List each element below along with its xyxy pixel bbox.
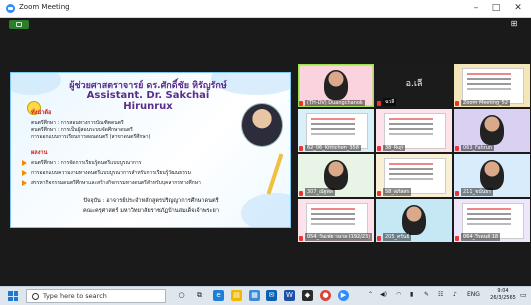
participant-video: [384, 113, 446, 149]
bullet-icon: [22, 160, 27, 166]
participant-name: 58_สุภัสสร: [383, 188, 411, 196]
slide-footer-line: ปัจจุบัน : อาจารย์ประจำหลักสูตรปริญญาการ…: [83, 198, 219, 204]
word-icon[interactable]: W: [284, 290, 295, 301]
mic-muted-icon: [299, 146, 303, 151]
participant-tile[interactable]: 62_06_Kittichon_358: [298, 109, 374, 152]
participant-tile[interactable]: (TH-DV) Duangchanok: [298, 64, 374, 107]
close-button[interactable]: ✕: [509, 1, 527, 15]
mic-muted-icon: [377, 236, 381, 241]
participant-name: 064_วีรดนย์ 18: [461, 233, 501, 241]
zoom-logo-icon: [6, 4, 15, 13]
network-icon[interactable]: ☷: [438, 291, 443, 298]
participant-tile[interactable]: 211_ชนันธร: [454, 154, 530, 197]
app-icon[interactable]: ◆: [302, 290, 313, 301]
participant-tile[interactable]: 063_Fahrun: [454, 109, 530, 152]
participant-name: (TH-DV) Duangchanok: [305, 100, 365, 106]
participant-name: 054_วันเฟย วนาล (192/23): [305, 233, 373, 241]
participant-tile[interactable]: 58_สุภัสสร: [376, 154, 452, 197]
slide-footer-line: คณะครุศาสตร์ มหาวิทยาลัยราชภัฏบ้านสมเด็จ…: [83, 208, 219, 214]
share-screen-icon[interactable]: [9, 20, 29, 29]
bullet-icon: [22, 170, 27, 176]
participant-name: 38_Ruji: [383, 145, 406, 151]
participant-name: 063_Fahrun: [461, 145, 495, 151]
volume-icon[interactable]: ♪: [453, 291, 457, 298]
meeting-area: ⊞ ผู้ช่วยศาสตราจารย์ ดร.ศักดิ์ชัย หิรัญร…: [0, 18, 531, 286]
slide-title-english: Assistant. Dr. Sakchai Hirunrux: [86, 90, 210, 112]
section-research-header: ผลงาน: [31, 150, 48, 156]
participant-video: [324, 160, 348, 190]
participant-tile[interactable]: Zoom Meeting_52: [454, 64, 530, 107]
maximize-button[interactable]: □: [487, 1, 505, 15]
shared-slide: ผู้ช่วยศาสตราจารย์ ดร.ศักดิ์ชัย หิรัญรัก…: [10, 72, 291, 228]
clock-date: 26/3/2565: [490, 295, 516, 301]
wifi-icon[interactable]: ◠: [396, 291, 401, 298]
participant-video: [324, 70, 348, 100]
cortana-icon[interactable]: ○: [176, 290, 187, 301]
bullet-icon: [22, 180, 27, 186]
mic-muted-icon: [299, 191, 303, 196]
window-titlebar: Zoom Meeting – □ ✕: [0, 0, 531, 18]
mic-muted-icon: [377, 191, 381, 196]
research-line: สรรหากิจกรรมดนตรีศึกษาและสร้างกิจกรรมทาง…: [31, 180, 201, 186]
participant-name: 205_ศรันย์: [383, 233, 412, 241]
windows-start-icon[interactable]: [8, 291, 18, 301]
participant-video: [306, 113, 368, 149]
edge-icon[interactable]: e: [213, 290, 224, 301]
participant-name: 307_ณัฐพล: [305, 188, 335, 196]
participant-tile[interactable]: อ.เลีฉวลี: [376, 64, 452, 107]
participant-name: 211_ชนันธร: [461, 188, 494, 196]
speaker-portrait: [241, 103, 283, 147]
participant-name: Zoom Meeting_52: [461, 100, 511, 106]
speaker-icon[interactable]: ◀): [380, 291, 387, 298]
research-line: ดนตรีศึกษา : การจัดการเรียนรู้ดนตรีแบบบู…: [31, 160, 142, 166]
mic-muted-icon: [455, 191, 459, 196]
taskbar-clock[interactable]: 9:04 26/3/2565: [490, 288, 516, 302]
zoom-icon[interactable]: ▶: [338, 290, 349, 301]
participant-video: [480, 160, 504, 190]
battery-icon[interactable]: ▮: [410, 291, 413, 298]
participant-name: 62_06_Kittichon_358: [305, 145, 361, 151]
tray-chevron-icon[interactable]: ⌃: [368, 291, 373, 298]
file-explorer-icon[interactable]: ▤: [231, 290, 242, 301]
participant-display-name: อ.เลี: [405, 79, 423, 89]
participant-tile[interactable]: 205_ศรันย์: [376, 199, 452, 242]
mic-muted-icon: [455, 101, 459, 106]
mic-muted-icon: [455, 146, 459, 151]
notification-icon[interactable]: ▭: [520, 291, 527, 299]
research-line: การออกแบบความงามทางดนตรีแบบบูรณาการสำหรั…: [31, 170, 191, 176]
mic-muted-icon: [299, 236, 303, 241]
participant-tile[interactable]: 38_Ruji: [376, 109, 452, 152]
participant-tile[interactable]: 307_ณัฐพล: [298, 154, 374, 197]
search-icon: [32, 293, 39, 300]
mic-muted-icon: [377, 101, 381, 106]
gallery-view-icon[interactable]: ⊞: [507, 19, 521, 29]
minimize-button[interactable]: –: [467, 1, 485, 15]
search-placeholder: Type here to search: [43, 292, 107, 300]
participant-name: ฉวลี: [383, 98, 397, 106]
mic-muted-icon: [455, 236, 459, 241]
clock-time: 9:04: [497, 288, 509, 294]
education-line: การออกแบบการเรียนการสอนดนตรี (สาขาดนตรีศ…: [31, 134, 151, 140]
participant-tile[interactable]: 064_วีรดนย์ 18: [454, 199, 530, 242]
taskview-icon[interactable]: ⧉: [194, 290, 205, 301]
mail-icon[interactable]: ✉: [266, 290, 277, 301]
participant-video: [480, 115, 504, 145]
pen-icon[interactable]: ✎: [424, 291, 429, 298]
taskbar-search-box[interactable]: Type here to search: [26, 289, 166, 303]
participant-video: [462, 68, 524, 104]
section-education-header: ทั่งนำต้อ: [31, 110, 52, 116]
participant-video: [402, 205, 426, 235]
mic-muted-icon: [377, 146, 381, 151]
pencil-decoration-icon: [266, 153, 284, 195]
window-title: Zoom Meeting: [19, 3, 70, 11]
participant-tile[interactable]: 054_วันเฟย วนาล (192/23): [298, 199, 374, 242]
language-indicator[interactable]: ENG: [467, 291, 480, 298]
store-icon[interactable]: ▦: [249, 290, 260, 301]
mic-muted-icon: [299, 101, 303, 106]
chrome-icon[interactable]: ●: [320, 290, 331, 301]
windows-taskbar: Type here to search ○ ⧉ e ▤ ▦ ✉ W ◆ ● ▶ …: [0, 286, 531, 305]
